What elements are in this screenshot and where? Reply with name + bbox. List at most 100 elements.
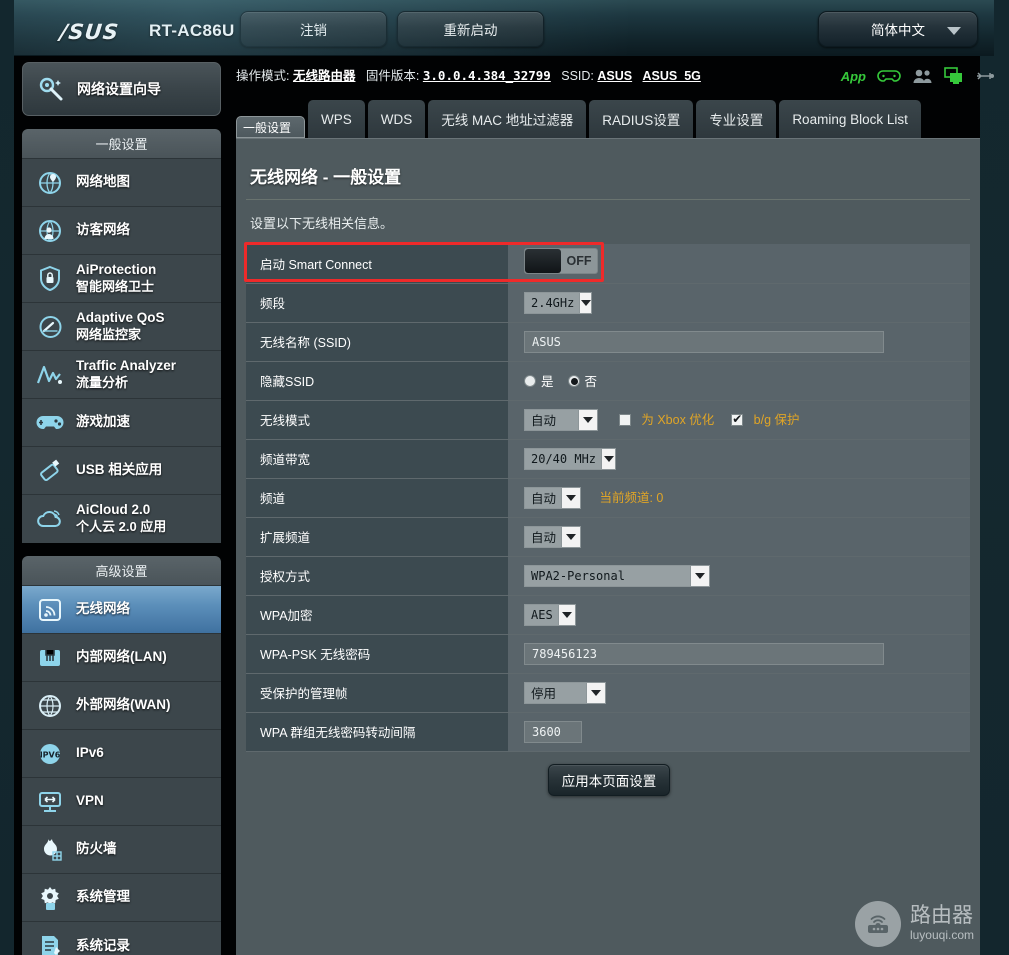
wpa-encryption-select[interactable]: AES xyxy=(524,604,576,626)
gamepad-icon[interactable] xyxy=(877,68,901,84)
sidebar-item-label: 系统记录 xyxy=(76,938,130,955)
operation-mode-value[interactable]: 无线路由器 xyxy=(293,69,356,83)
firmware-version-value[interactable]: 3.0.0.4.384_32799 xyxy=(423,68,551,83)
sidebar-item-usb-application[interactable]: USB 相关应用 xyxy=(22,447,221,495)
ssid-5g-value[interactable]: ASUS_5G xyxy=(643,69,701,83)
bandwidth-select[interactable]: 20/40 MHz xyxy=(524,448,616,470)
app-icon[interactable]: App xyxy=(841,69,866,84)
tab-general[interactable]: 一般设置 xyxy=(236,116,305,138)
usb-drive-icon xyxy=(34,455,66,487)
wpa-psk-input[interactable]: 789456123 xyxy=(524,643,884,665)
svg-text:IPV6: IPV6 xyxy=(40,750,61,759)
apply-button[interactable]: 应用本页面设置 xyxy=(548,764,670,796)
pmf-select[interactable]: 停用 xyxy=(524,682,606,704)
wireless-mode-select[interactable]: 自动 xyxy=(524,409,598,431)
shield-lock-icon xyxy=(34,263,66,295)
hide-ssid-radio-no[interactable] xyxy=(568,375,580,387)
page-title: 无线网络 - 一般设置 xyxy=(250,163,401,188)
usb-icon[interactable] xyxy=(975,69,995,83)
tab-bar: 一般设置 WPS WDS 无线 MAC 地址过滤器 RADIUS设置 专业设置 … xyxy=(236,100,921,138)
sidebar-item-lan[interactable]: 内部网络(LAN) xyxy=(22,634,221,682)
sidebar-item-vpn[interactable]: VPN xyxy=(22,778,221,826)
bandwidth-select-value: 20/40 MHz xyxy=(531,452,601,466)
sidebar-item-aiprotection[interactable]: AiProtection 智能网络卫士 xyxy=(22,255,221,303)
asus-logo: /SUS xyxy=(59,20,121,44)
sidebar-item-system-log[interactable]: 系统记录 xyxy=(22,922,221,955)
sidebar-item-guest-network[interactable]: 访客网络 xyxy=(22,207,221,255)
sidebar-item-label: Traffic Analyzer 流量分析 xyxy=(76,358,176,391)
sidebar-item-label: 访客网络 xyxy=(76,222,130,239)
cloud-icon xyxy=(34,503,66,535)
ssid-label: SSID: xyxy=(561,69,594,83)
site-watermark: 路由器 luyouqi.com xyxy=(855,901,974,947)
xbox-optimize-checkbox[interactable] xyxy=(619,414,631,426)
bg-protection-checkbox[interactable] xyxy=(731,414,743,426)
band-select[interactable]: 2.4GHz xyxy=(524,292,592,314)
content-panel: 无线网络 - 一般设置 设置以下无线相关信息。 启动 Smart Connect… xyxy=(236,138,980,955)
hide-ssid-no-label: 否 xyxy=(585,371,598,390)
table-row: 受保护的管理帧 停用 xyxy=(246,673,970,712)
table-row: WPA-PSK 无线密码 789456123 xyxy=(246,634,970,673)
sidebar-item-wireless[interactable]: 无线网络 xyxy=(22,586,221,634)
wifi-signal-icon xyxy=(34,594,66,626)
sidebar-item-traffic-analyzer[interactable]: Traffic Analyzer 流量分析 xyxy=(22,351,221,399)
rekey-interval-input[interactable]: 3600 xyxy=(524,721,582,743)
rekey-interval-label: WPA 群组无线密码转动间隔 xyxy=(246,712,508,751)
sidebar-item-label: 无线网络 xyxy=(76,601,130,618)
language-select[interactable]: 简体中文 xyxy=(818,11,978,47)
router-model-name: RT-AC86U xyxy=(149,21,235,41)
sidebar-item-wan[interactable]: 外部网络(WAN) xyxy=(22,682,221,730)
band-select-value: 2.4GHz xyxy=(531,296,579,310)
tab-professional[interactable]: 专业设置 xyxy=(696,100,776,138)
globe-icon xyxy=(34,690,66,722)
sidebar-item-setup-wizard[interactable]: 网络设置向导 xyxy=(22,62,221,116)
chevron-down-icon xyxy=(558,605,575,625)
tab-radius[interactable]: RADIUS设置 xyxy=(589,100,693,138)
hide-ssid-radio-yes[interactable] xyxy=(524,375,536,387)
page-description: 设置以下无线相关信息。 xyxy=(250,213,393,232)
guest-network-icon xyxy=(34,215,66,247)
sidebar-item-label: AiCloud 2.0 个人云 2.0 应用 xyxy=(76,502,166,535)
extension-channel-select[interactable]: 自动 xyxy=(524,526,581,548)
channel-select-value: 自动 xyxy=(531,488,561,507)
tab-roaming-block-list[interactable]: Roaming Block List xyxy=(779,100,921,138)
table-row: 扩展频道 自动 xyxy=(246,517,970,556)
sidebar-item-aicloud[interactable]: AiCloud 2.0 个人云 2.0 应用 xyxy=(22,495,221,543)
ssid-input[interactable]: ASUS xyxy=(524,331,884,353)
tab-wps[interactable]: WPS xyxy=(308,100,365,138)
sidebar-item-ipv6[interactable]: IPV6 IPv6 xyxy=(22,730,221,778)
reboot-button[interactable]: 重新启动 xyxy=(397,11,544,47)
sidebar-item-label: 外部网络(WAN) xyxy=(76,697,171,714)
auth-method-select[interactable]: WPA2-Personal xyxy=(524,565,710,587)
sidebar-item-subtitle: 流量分析 xyxy=(76,375,176,391)
top-bar: /SUS RT-AC86U 注销 重新启动 简体中文 xyxy=(14,0,994,56)
sidebar-item-label: 系统管理 xyxy=(76,889,130,906)
connected-devices-icon[interactable] xyxy=(944,67,964,85)
smart-connect-toggle[interactable]: OFF xyxy=(524,248,598,274)
rekey-interval-value-cell: 3600 xyxy=(508,712,970,751)
bg-protection-label: b/g 保护 xyxy=(754,413,800,427)
channel-select[interactable]: 自动 xyxy=(524,487,581,509)
wpa-encryption-value-cell: AES xyxy=(508,595,970,634)
router-admin-page: /SUS RT-AC86U 注销 重新启动 简体中文 操作模式: 无线路由器 固… xyxy=(0,0,1009,955)
tab-wireless-mac-filter[interactable]: 无线 MAC 地址过滤器 xyxy=(428,100,586,138)
sidebar-item-game-boost[interactable]: 游戏加速 xyxy=(22,399,221,447)
current-channel-note: 当前频道: 0 xyxy=(599,491,663,505)
auth-method-select-value: WPA2-Personal xyxy=(531,569,630,583)
channel-value-cell: 自动 当前频道: 0 xyxy=(508,478,970,517)
ssid-24g-value[interactable]: ASUS xyxy=(597,69,632,83)
tab-wds[interactable]: WDS xyxy=(368,100,426,138)
watermark-text: 路由器 luyouqi.com xyxy=(910,905,974,944)
table-row: 频道带宽 20/40 MHz xyxy=(246,439,970,478)
sidebar-item-administration[interactable]: 系统管理 xyxy=(22,874,221,922)
sidebar-item-firewall[interactable]: 防火墙 xyxy=(22,826,221,874)
logout-button[interactable]: 注销 xyxy=(240,11,387,47)
sidebar-group-general: 一般设置 网络地图 xyxy=(22,129,221,543)
sidebar-item-title: AiProtection xyxy=(76,262,156,277)
sidebar-item-network-map[interactable]: 网络地图 xyxy=(22,159,221,207)
sidebar-item-label: 网络地图 xyxy=(76,174,130,191)
pmf-label: 受保护的管理帧 xyxy=(246,673,508,712)
sidebar-item-adaptive-qos[interactable]: Adaptive QoS 网络监控家 xyxy=(22,303,221,351)
language-select-value: 简体中文 xyxy=(871,19,925,39)
clients-users-icon[interactable] xyxy=(912,68,933,84)
